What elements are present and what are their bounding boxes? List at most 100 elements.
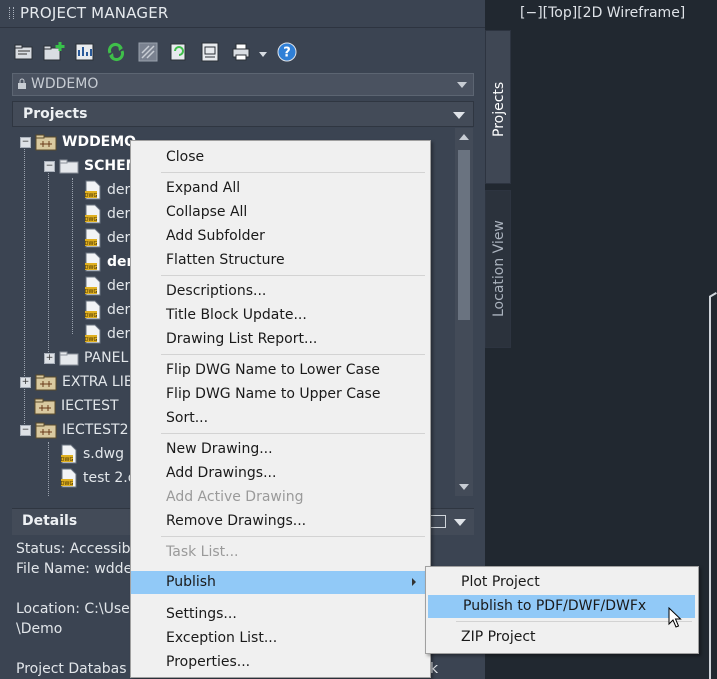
- details-trailing-text: k: [430, 661, 439, 677]
- tree-node-folder[interactable]: + PANEL: [44, 347, 128, 369]
- tree-node-drawing[interactable]: DWG der: [84, 299, 130, 321]
- refresh-icon[interactable]: [104, 40, 128, 64]
- project-task-list-icon[interactable]: [167, 40, 191, 64]
- tree-node-drawing-active[interactable]: DWG der: [84, 251, 133, 273]
- svg-text:DWG: DWG: [85, 265, 98, 271]
- thumbnail-toggle-icon[interactable]: [430, 515, 446, 528]
- tree-node-drawing[interactable]: DWG test 2.d: [60, 467, 137, 489]
- tree-node-drawing[interactable]: DWG s.dwg: [60, 443, 124, 465]
- menu-item-properties[interactable]: Properties...: [131, 651, 428, 674]
- menu-item-flip-lower[interactable]: Flip DWG Name to Lower Case: [131, 359, 428, 382]
- menu-separator: [161, 354, 425, 355]
- expand-icon[interactable]: +: [44, 352, 55, 364]
- collapse-icon[interactable]: −: [20, 424, 31, 436]
- submenu-arrow-icon: [412, 578, 416, 586]
- menu-item-add-subfolder[interactable]: Add Subfolder: [131, 225, 428, 248]
- collapse-icon[interactable]: −: [44, 160, 55, 172]
- menu-item-settings[interactable]: Settings...: [131, 603, 428, 626]
- menu-separator: [161, 275, 425, 276]
- help-icon[interactable]: ?: [275, 40, 299, 64]
- drawing-geometry-line: [709, 292, 717, 298]
- dwg-file-icon: DWG: [61, 468, 77, 488]
- submenu-item-publish-pdf[interactable]: Publish to PDF/DWF/DWFx: [428, 595, 695, 618]
- project-folder-icon: [35, 134, 57, 151]
- tree-node-project[interactable]: IECTEST: [34, 395, 119, 417]
- chevron-down-icon[interactable]: [453, 112, 465, 119]
- tree-node-project[interactable]: − IECTEST2: [20, 419, 129, 441]
- projects-section-header[interactable]: Projects: [12, 101, 474, 127]
- tab-projects-label: Projects: [491, 81, 507, 137]
- submenu-item-plot-project[interactable]: Plot Project: [426, 571, 696, 594]
- tree-node-label: der: [107, 230, 131, 246]
- menu-item-descriptions[interactable]: Descriptions...: [131, 280, 428, 303]
- tree-node-drawing[interactable]: DWG der: [84, 179, 130, 201]
- scrollbar-thumb[interactable]: [458, 150, 470, 320]
- menu-item-collapse-all[interactable]: Collapse All: [131, 201, 428, 224]
- svg-text:DWG: DWG: [85, 337, 98, 343]
- title-block-update-icon[interactable]: [198, 40, 222, 64]
- tree-node-drawing[interactable]: DWG der: [84, 275, 130, 297]
- menu-item-sort[interactable]: Sort...: [131, 407, 428, 430]
- tree-node-project[interactable]: + EXTRA LIB: [20, 371, 133, 393]
- menu-item-flip-upper[interactable]: Flip DWG Name to Upper Case: [131, 383, 428, 406]
- tree-node-label: IECTEST: [61, 398, 119, 414]
- chevron-down-icon[interactable]: [454, 519, 466, 526]
- menu-item-flatten-structure[interactable]: Flatten Structure: [131, 249, 428, 272]
- tab-projects[interactable]: Projects: [485, 30, 511, 184]
- dwg-file-icon: DWG: [61, 444, 77, 464]
- project-selector-value: WDDEMO: [31, 76, 99, 92]
- grip-handle-icon[interactable]: [9, 7, 14, 19]
- project-properties-icon[interactable]: [73, 40, 97, 64]
- menu-separator: [161, 536, 425, 537]
- mouse-cursor-icon: [668, 607, 682, 628]
- tree-scrollbar[interactable]: [455, 128, 473, 496]
- menu-item-add-drawings[interactable]: Add Drawings...: [131, 462, 428, 485]
- tree-node-label: WDDEMO: [62, 134, 137, 150]
- folder-icon: [59, 159, 79, 174]
- publish-submenu: Plot Project Publish to PDF/DWF/DWFx ZIP…: [425, 566, 699, 654]
- svg-text:DWG: DWG: [61, 481, 74, 487]
- svg-text:DWG: DWG: [85, 217, 98, 223]
- open-project-icon[interactable]: [12, 40, 36, 64]
- tree-node-label: PANEL: [84, 350, 129, 366]
- menu-item-publish[interactable]: Publish: [131, 571, 428, 594]
- project-selector-dropdown[interactable]: WDDEMO: [12, 73, 474, 96]
- tree-node-label: s.dwg: [83, 446, 124, 462]
- menu-item-exception-list[interactable]: Exception List...: [131, 627, 428, 650]
- publish-dropdown-arrow-icon[interactable]: [259, 52, 267, 57]
- new-project-icon[interactable]: [42, 40, 66, 64]
- svg-text:DWG: DWG: [85, 313, 98, 319]
- submenu-item-zip-project[interactable]: ZIP Project: [426, 626, 696, 649]
- scroll-down-arrow-icon[interactable]: [459, 484, 469, 490]
- menu-item-new-drawing[interactable]: New Drawing...: [131, 438, 428, 461]
- details-file-name: File Name: wdder: [16, 561, 138, 577]
- dwg-file-icon: DWG: [85, 252, 101, 272]
- dwg-file-icon: DWG: [85, 204, 101, 224]
- chevron-down-icon: [457, 82, 467, 88]
- tree-node-project[interactable]: − WDDEMO: [20, 131, 136, 153]
- svg-text:DWG: DWG: [85, 241, 98, 247]
- menu-item-drawing-list-report[interactable]: Drawing List Report...: [131, 328, 428, 351]
- menu-item-title-block-update[interactable]: Title Block Update...: [131, 304, 428, 327]
- tree-node-drawing[interactable]: DWG der: [84, 227, 130, 249]
- tab-location-view[interactable]: Location View: [485, 190, 511, 348]
- context-menu: Close Expand All Collapse All Add Subfol…: [130, 140, 431, 678]
- details-project-database: Project Databas: [16, 661, 127, 677]
- menu-item-expand-all[interactable]: Expand All: [131, 177, 428, 200]
- collapse-icon[interactable]: −: [20, 136, 31, 148]
- menu-item-remove-drawings[interactable]: Remove Drawings...: [131, 510, 428, 533]
- publish-plot-icon[interactable]: [229, 40, 253, 64]
- tree-node-drawing[interactable]: DWG der: [84, 203, 130, 225]
- tree-node-drawing[interactable]: DWG der: [84, 323, 130, 345]
- menu-item-close[interactable]: Close: [131, 146, 428, 169]
- palette-title: PROJECT MANAGER: [20, 4, 169, 22]
- svg-text:DWG: DWG: [61, 457, 74, 463]
- scroll-up-arrow-icon[interactable]: [459, 134, 469, 140]
- project-wide-update-icon[interactable]: [136, 40, 160, 64]
- expand-icon[interactable]: +: [20, 376, 31, 388]
- palette-title-bar[interactable]: PROJECT MANAGER: [0, 0, 485, 28]
- folder-icon: [59, 351, 79, 366]
- tree-node-folder[interactable]: − SCHEM: [44, 155, 140, 177]
- viewport-controls-label[interactable]: [−][Top][2D Wireframe]: [520, 5, 685, 21]
- menu-item-task-list: Task List...: [166, 544, 239, 560]
